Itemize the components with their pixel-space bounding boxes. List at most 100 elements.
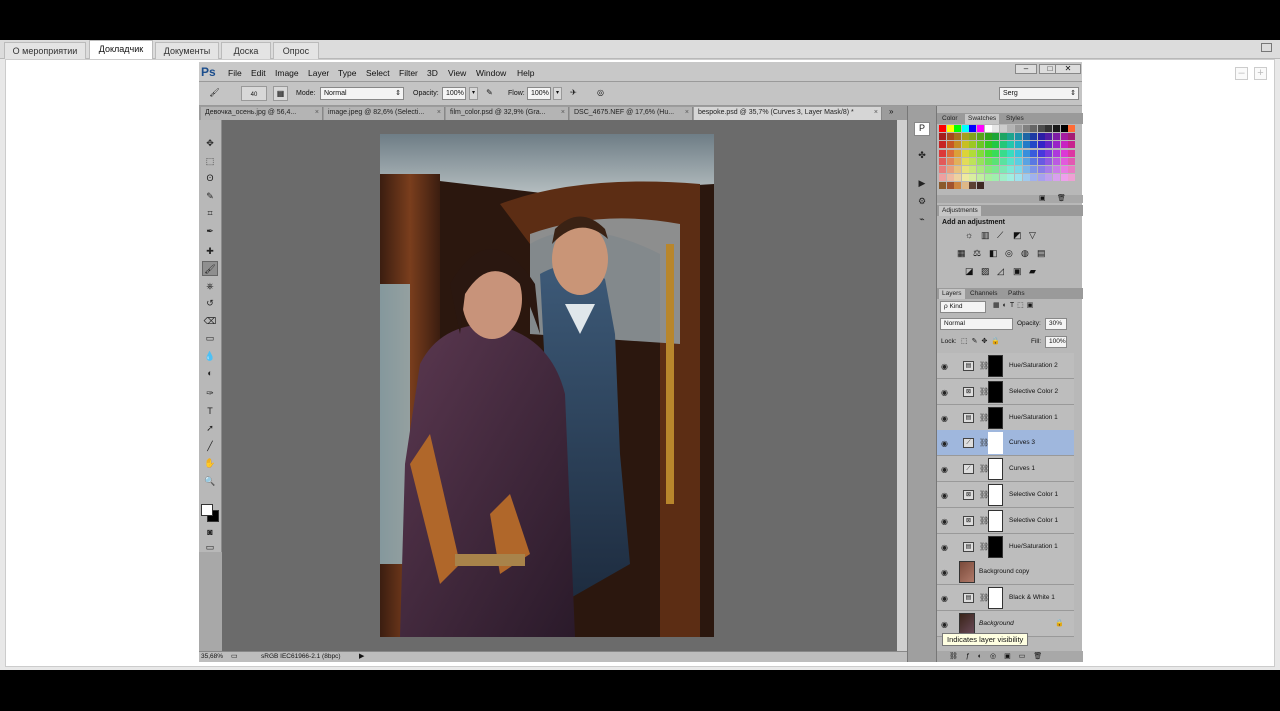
tab-paths[interactable]: Paths [1005, 289, 1028, 299]
trash-icon[interactable]: 🗑 [1057, 194, 1066, 202]
layer-row[interactable]: ◉ ▤ ⛓ Black & White 1 [937, 585, 1074, 612]
color-swatch[interactable] [1053, 182, 1060, 189]
color-swatch[interactable] [1015, 166, 1022, 173]
move-tool[interactable]: ✥ [202, 136, 218, 151]
zoom-tool[interactable]: 🔍 [202, 474, 218, 489]
doc-tab[interactable]: film_color.psd @ 32,9% (Gra... × [446, 107, 569, 120]
eye-icon[interactable]: ◉ [941, 388, 948, 397]
line-tool[interactable]: ╱ [202, 439, 218, 454]
layer-mask-thumbnail[interactable] [988, 355, 1003, 377]
adjustment-layer-icon[interactable]: ▤ [963, 541, 974, 552]
color-swatch[interactable] [961, 157, 969, 165]
color-swatch[interactable] [969, 149, 977, 157]
color-swatch[interactable] [999, 133, 1007, 141]
color-swatch[interactable] [1007, 166, 1015, 173]
levels-icon[interactable]: ▥ [981, 230, 990, 241]
color-swatch[interactable] [977, 141, 984, 149]
color-swatch[interactable] [1068, 174, 1076, 182]
color-swatch[interactable] [992, 174, 1000, 182]
color-swatch[interactable] [969, 133, 977, 141]
layer-mask-thumbnail[interactable] [988, 587, 1003, 610]
color-swatch[interactable] [1015, 141, 1022, 149]
lasso-tool[interactable]: ʘ [202, 171, 218, 186]
color-swatch[interactable] [939, 166, 946, 173]
brightness-icon[interactable]: ☼ [965, 230, 973, 240]
doc-tab[interactable]: Девочка_осень.jpg @ 56,4... × [201, 107, 323, 120]
canvas-area[interactable] [222, 120, 907, 651]
hand-tool[interactable]: ✋ [202, 456, 218, 471]
color-swatch[interactable] [946, 157, 954, 165]
layer-row[interactable]: ◉ ⟋ ⛓ Curves 1 [937, 456, 1074, 483]
color-swatch[interactable] [1068, 141, 1076, 149]
color-swatch[interactable] [1060, 125, 1068, 132]
channel-mixer-icon[interactable]: ◍ [1021, 248, 1029, 259]
layer-row[interactable]: ◉ ⊠ ⛓ Selective Color 1 [937, 507, 1074, 534]
brush-presets-icon[interactable]: ✤ [914, 150, 930, 164]
color-swatch[interactable] [977, 125, 984, 132]
curves-icon[interactable]: ⟋ [997, 230, 1003, 241]
color-swatch[interactable] [969, 182, 977, 190]
color-swatch[interactable] [992, 182, 999, 189]
color-swatch[interactable] [1022, 157, 1030, 165]
layer-mask-thumbnail[interactable] [988, 484, 1003, 506]
color-swatch[interactable] [954, 125, 962, 132]
close-icon[interactable]: × [561, 107, 565, 119]
eraser-tool[interactable]: ⌫ [202, 314, 218, 329]
layer-mask-thumbnail[interactable] [988, 432, 1003, 455]
mode-select[interactable]: Normal ⇕ [320, 87, 404, 100]
color-swatch[interactable] [1030, 133, 1038, 141]
pressure-opacity-icon[interactable]: ✎ [482, 86, 497, 101]
color-swatch[interactable] [984, 125, 992, 132]
layer-filter-icons[interactable]: ▦◐T⬚▣ [993, 301, 1036, 309]
foreground-color-swatch[interactable] [201, 504, 213, 516]
color-swatch[interactable] [999, 141, 1007, 149]
tabs-overflow-icon[interactable]: » [889, 107, 893, 116]
color-swatch[interactable] [999, 149, 1007, 157]
color-swatch[interactable] [1030, 174, 1038, 182]
color-swatch[interactable] [1038, 182, 1045, 189]
color-swatch[interactable] [969, 141, 977, 149]
brush-size-picker[interactable]: 40 [241, 86, 267, 101]
adjustment-layer-icon[interactable]: ▤ [963, 412, 974, 423]
color-swatch[interactable] [1045, 125, 1053, 132]
paragraph-panel-icon[interactable]: P [914, 122, 930, 136]
layer-filter-kind[interactable]: ρ Kind [940, 301, 986, 313]
dodge-tool[interactable]: ◐ [202, 366, 218, 381]
layer-opacity-input[interactable]: 30% [1045, 318, 1067, 330]
color-swatch[interactable] [992, 149, 1000, 157]
eye-icon[interactable]: ◉ [941, 543, 948, 552]
color-swatch[interactable] [1045, 133, 1053, 141]
eye-icon[interactable]: ◉ [941, 439, 948, 448]
color-swatch[interactable] [1053, 133, 1060, 141]
color-swatch[interactable] [1068, 182, 1075, 189]
color-swatch[interactable] [954, 182, 962, 190]
adjustment-layer-icon[interactable]: ⊠ [963, 515, 974, 526]
eye-icon[interactable]: ◉ [941, 517, 948, 526]
eye-icon[interactable]: ◉ [941, 620, 948, 629]
color-swatch[interactable] [1053, 166, 1060, 173]
color-swatch[interactable] [1068, 149, 1076, 157]
flow-dropdown-icon[interactable]: ▾ [553, 87, 562, 100]
zoom-level[interactable]: 35,68% [201, 653, 223, 660]
color-swatch[interactable] [977, 149, 984, 157]
color-swatch[interactable] [984, 166, 992, 173]
eye-icon[interactable]: ◉ [941, 362, 948, 371]
brush-tool-preset-icon[interactable]: 🖌 [207, 86, 222, 101]
menu-type[interactable]: Type [338, 68, 356, 78]
color-swatch[interactable] [954, 174, 962, 182]
layer-actions-icons[interactable]: ⛓ƒ◐◎▣▭🗑 [949, 652, 1050, 660]
color-swatch[interactable] [977, 174, 984, 182]
color-swatch[interactable] [999, 174, 1007, 182]
color-swatch[interactable] [946, 133, 954, 141]
adjustment-layer-icon[interactable]: ▤ [963, 361, 974, 371]
tab-board[interactable]: Доска [221, 42, 271, 59]
color-swatch[interactable] [977, 166, 984, 173]
fullscreen-icon[interactable] [1261, 43, 1272, 52]
doc-tab-active[interactable]: bespoke.psd @ 35,7% (Curves 3, Layer Mas… [694, 107, 882, 120]
stamp-tool[interactable]: ⎈ [202, 279, 218, 294]
color-swatch[interactable] [992, 133, 1000, 141]
color-balance-icon[interactable]: ⚖ [973, 248, 981, 259]
color-swatch[interactable] [1030, 149, 1038, 157]
doc-tab[interactable]: DSC_4675.NEF @ 17,6% (Hu... × [570, 107, 693, 120]
path-select-tool[interactable]: ➚ [202, 421, 218, 436]
